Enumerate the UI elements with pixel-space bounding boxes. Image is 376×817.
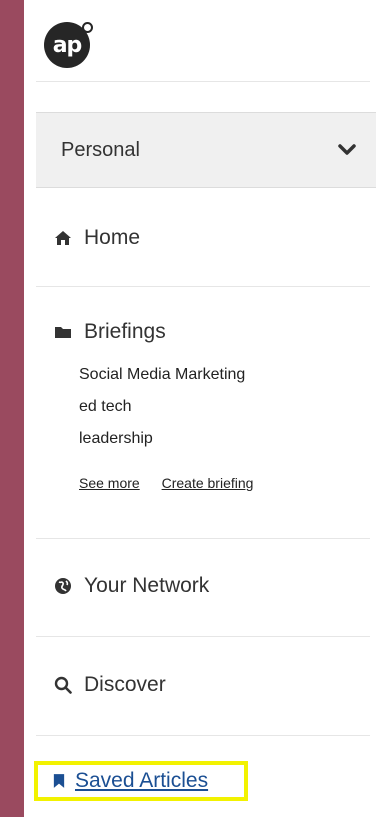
nav-saved-articles[interactable]: Saved Articles — [34, 761, 248, 801]
nav-saved-articles-label: Saved Articles — [75, 769, 209, 792]
nav-your-network-label: Your Network — [84, 574, 210, 597]
logo[interactable]: ap — [44, 22, 93, 68]
briefing-item[interactable]: leadership — [79, 427, 245, 459]
logo-dot — [82, 22, 93, 33]
nav-your-network[interactable]: Your Network — [54, 574, 209, 598]
briefings-list: Social Media Marketing ed tech leadershi… — [79, 363, 245, 459]
account-dropdown[interactable]: Personal — [36, 112, 376, 188]
nav-home[interactable]: Home — [54, 226, 140, 250]
dropdown-label: Personal — [61, 138, 140, 161]
nav-discover[interactable]: Discover — [54, 673, 166, 697]
globe-icon — [55, 578, 71, 594]
chevron-down-icon — [338, 144, 356, 155]
nav-briefings[interactable]: Briefings — [54, 320, 166, 344]
bookmark-icon — [53, 774, 65, 788]
divider — [36, 538, 370, 539]
nav-discover-label: Discover — [84, 673, 166, 696]
logo-text: ap — [52, 32, 83, 58]
folder-icon — [55, 327, 71, 338]
divider — [36, 286, 370, 287]
home-icon — [55, 231, 71, 245]
search-icon — [54, 676, 72, 694]
sidebar-panel: ap Personal Home Briefings Social Media … — [24, 0, 376, 817]
divider — [36, 735, 370, 736]
briefing-links: See more Create briefing — [79, 475, 271, 491]
see-more-link[interactable]: See more — [79, 475, 140, 491]
nav-home-label: Home — [84, 226, 141, 249]
nav-briefings-label: Briefings — [84, 320, 166, 343]
divider — [36, 81, 370, 82]
briefing-item[interactable]: Social Media Marketing — [79, 363, 245, 395]
divider — [36, 636, 370, 637]
briefing-item[interactable]: ed tech — [79, 395, 245, 427]
create-briefing-link[interactable]: Create briefing — [162, 475, 254, 491]
